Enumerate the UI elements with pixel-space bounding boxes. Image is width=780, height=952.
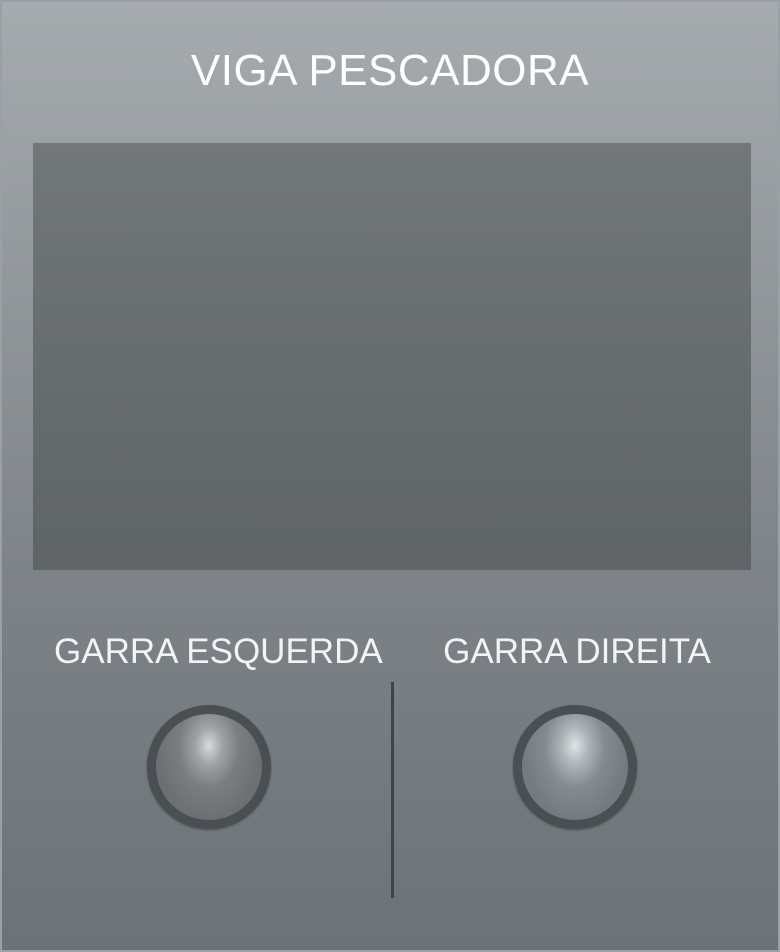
indicator-light-icon xyxy=(522,714,628,820)
divider xyxy=(391,682,394,898)
right-claw-label: GARRA DIREITA xyxy=(443,632,711,671)
indicator-light-icon xyxy=(156,714,262,820)
display-screen xyxy=(33,143,751,570)
control-panel: VIGA PESCADORA GARRA ESQUERDA GARRA DIRE… xyxy=(0,0,780,952)
left-claw-indicator-lamp xyxy=(147,705,271,829)
right-claw-indicator-lamp xyxy=(513,705,637,829)
left-claw-label: GARRA ESQUERDA xyxy=(54,632,383,671)
panel-title: VIGA PESCADORA xyxy=(190,46,590,95)
